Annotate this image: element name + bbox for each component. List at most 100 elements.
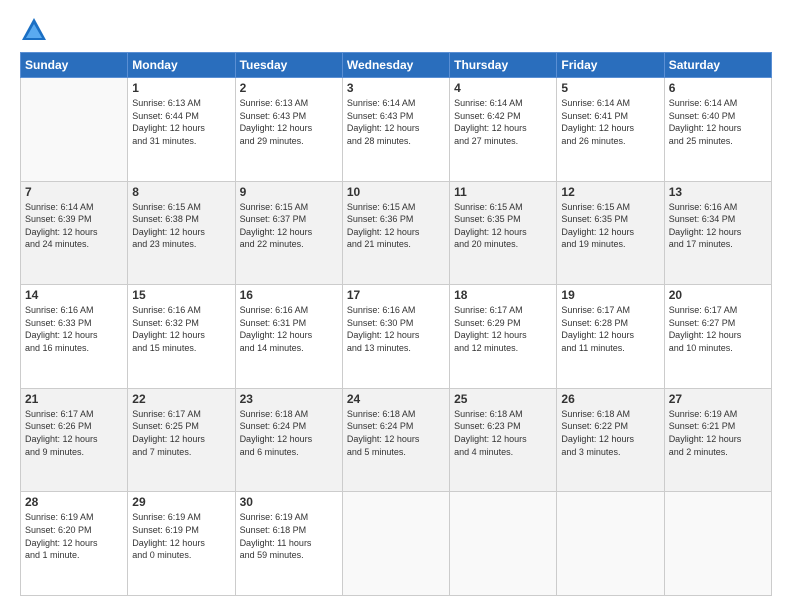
calendar-cell: 17 Sunrise: 6:16 AM Sunset: 6:30 PM Dayli… [342,285,449,389]
day-number: 5 [561,81,659,95]
weekday-header-sunday: Sunday [21,53,128,78]
weekday-header-friday: Friday [557,53,664,78]
day-number: 12 [561,185,659,199]
day-number: 20 [669,288,767,302]
day-number: 8 [132,185,230,199]
day-number: 15 [132,288,230,302]
calendar-cell: 5 Sunrise: 6:14 AM Sunset: 6:41 PM Daylig… [557,78,664,182]
calendar-cell: 23 Sunrise: 6:18 AM Sunset: 6:24 PM Dayli… [235,388,342,492]
day-info: Sunrise: 6:14 AM Sunset: 6:40 PM Dayligh… [669,97,767,147]
day-info: Sunrise: 6:19 AM Sunset: 6:18 PM Dayligh… [240,511,338,561]
calendar-cell: 30 Sunrise: 6:19 AM Sunset: 6:18 PM Dayli… [235,492,342,596]
weekday-header-tuesday: Tuesday [235,53,342,78]
calendar-cell: 3 Sunrise: 6:14 AM Sunset: 6:43 PM Daylig… [342,78,449,182]
day-number: 16 [240,288,338,302]
day-number: 13 [669,185,767,199]
week-row-0: 1 Sunrise: 6:13 AM Sunset: 6:44 PM Daylig… [21,78,772,182]
weekday-header-wednesday: Wednesday [342,53,449,78]
day-number: 2 [240,81,338,95]
calendar-cell: 18Sunrise: 6:17 AM Sunset: 6:29 PM Dayli… [450,285,557,389]
day-info: Sunrise: 6:18 AM Sunset: 6:24 PM Dayligh… [347,408,445,458]
calendar-cell: 20 Sunrise: 6:17 AM Sunset: 6:27 PM Dayli… [664,285,771,389]
day-info: Sunrise: 6:16 AM Sunset: 6:31 PM Dayligh… [240,304,338,354]
calendar-cell: 19 Sunrise: 6:17 AM Sunset: 6:28 PM Dayli… [557,285,664,389]
day-number: 21 [25,392,123,406]
day-number: 25 [454,392,552,406]
day-number: 14 [25,288,123,302]
calendar-cell: 10Sunrise: 6:15 AM Sunset: 6:36 PM Dayli… [342,181,449,285]
day-number: 23 [240,392,338,406]
day-info: Sunrise: 6:17 AM Sunset: 6:28 PM Dayligh… [561,304,659,354]
day-info: Sunrise: 6:17 AM Sunset: 6:26 PM Dayligh… [25,408,123,458]
calendar-cell [342,492,449,596]
calendar-cell: 24 Sunrise: 6:18 AM Sunset: 6:24 PM Dayli… [342,388,449,492]
day-number: 18 [454,288,552,302]
calendar-cell [21,78,128,182]
weekday-header-monday: Monday [128,53,235,78]
calendar-cell: 16 Sunrise: 6:16 AM Sunset: 6:31 PM Dayli… [235,285,342,389]
day-number: 6 [669,81,767,95]
day-info: Sunrise: 6:18 AM Sunset: 6:22 PM Dayligh… [561,408,659,458]
day-info: Sunrise: 6:15 AM Sunset: 6:35 PM Dayligh… [454,201,552,251]
day-info: Sunrise: 6:16 AM Sunset: 6:33 PM Dayligh… [25,304,123,354]
day-info: Sunrise: 6:15 AM Sunset: 6:37 PM Dayligh… [240,201,338,251]
day-info: Sunrise: 6:17 AM Sunset: 6:27 PM Dayligh… [669,304,767,354]
day-info: Sunrise: 6:13 AM Sunset: 6:43 PM Dayligh… [240,97,338,147]
weekday-header-saturday: Saturday [664,53,771,78]
day-number: 27 [669,392,767,406]
calendar-cell: 29Sunrise: 6:19 AM Sunset: 6:19 PM Dayli… [128,492,235,596]
day-info: Sunrise: 6:19 AM Sunset: 6:21 PM Dayligh… [669,408,767,458]
page: SundayMondayTuesdayWednesdayThursdayFrid… [0,0,792,612]
calendar-cell: 4Sunrise: 6:14 AM Sunset: 6:42 PM Daylig… [450,78,557,182]
day-number: 1 [132,81,230,95]
day-number: 9 [240,185,338,199]
day-info: Sunrise: 6:15 AM Sunset: 6:36 PM Dayligh… [347,201,445,251]
day-number: 28 [25,495,123,509]
day-info: Sunrise: 6:14 AM Sunset: 6:43 PM Dayligh… [347,97,445,147]
calendar-cell: 1 Sunrise: 6:13 AM Sunset: 6:44 PM Daylig… [128,78,235,182]
weekday-header-row: SundayMondayTuesdayWednesdayThursdayFrid… [21,53,772,78]
calendar-cell: 12Sunrise: 6:15 AM Sunset: 6:35 PM Dayli… [557,181,664,285]
day-number: 24 [347,392,445,406]
calendar-cell: 28 Sunrise: 6:19 AM Sunset: 6:20 PM Dayli… [21,492,128,596]
calendar-cell: 22Sunrise: 6:17 AM Sunset: 6:25 PM Dayli… [128,388,235,492]
calendar-cell: 15 Sunrise: 6:16 AM Sunset: 6:32 PM Dayli… [128,285,235,389]
calendar-cell: 14 Sunrise: 6:16 AM Sunset: 6:33 PM Dayli… [21,285,128,389]
calendar-cell: 2 Sunrise: 6:13 AM Sunset: 6:43 PM Daylig… [235,78,342,182]
day-number: 26 [561,392,659,406]
calendar-cell: 6 Sunrise: 6:14 AM Sunset: 6:40 PM Daylig… [664,78,771,182]
calendar-cell [664,492,771,596]
day-info: Sunrise: 6:16 AM Sunset: 6:30 PM Dayligh… [347,304,445,354]
calendar-cell: 26 Sunrise: 6:18 AM Sunset: 6:22 PM Dayli… [557,388,664,492]
week-row-1: 7 Sunrise: 6:14 AM Sunset: 6:39 PM Daylig… [21,181,772,285]
day-info: Sunrise: 6:14 AM Sunset: 6:39 PM Dayligh… [25,201,123,251]
logo [20,16,52,44]
day-info: Sunrise: 6:18 AM Sunset: 6:23 PM Dayligh… [454,408,552,458]
header [20,16,772,44]
weekday-header-thursday: Thursday [450,53,557,78]
day-info: Sunrise: 6:18 AM Sunset: 6:24 PM Dayligh… [240,408,338,458]
calendar-cell: 11 Sunrise: 6:15 AM Sunset: 6:35 PM Dayli… [450,181,557,285]
day-number: 7 [25,185,123,199]
day-number: 19 [561,288,659,302]
day-info: Sunrise: 6:14 AM Sunset: 6:42 PM Dayligh… [454,97,552,147]
day-info: Sunrise: 6:19 AM Sunset: 6:20 PM Dayligh… [25,511,123,561]
day-number: 17 [347,288,445,302]
day-info: Sunrise: 6:14 AM Sunset: 6:41 PM Dayligh… [561,97,659,147]
calendar-cell: 21 Sunrise: 6:17 AM Sunset: 6:26 PM Dayli… [21,388,128,492]
day-number: 11 [454,185,552,199]
calendar-cell: 9 Sunrise: 6:15 AM Sunset: 6:37 PM Daylig… [235,181,342,285]
calendar-cell: 27 Sunrise: 6:19 AM Sunset: 6:21 PM Dayli… [664,388,771,492]
calendar: SundayMondayTuesdayWednesdayThursdayFrid… [20,52,772,596]
calendar-cell: 7 Sunrise: 6:14 AM Sunset: 6:39 PM Daylig… [21,181,128,285]
week-row-4: 28 Sunrise: 6:19 AM Sunset: 6:20 PM Dayli… [21,492,772,596]
calendar-cell [557,492,664,596]
day-number: 3 [347,81,445,95]
day-info: Sunrise: 6:16 AM Sunset: 6:32 PM Dayligh… [132,304,230,354]
week-row-2: 14 Sunrise: 6:16 AM Sunset: 6:33 PM Dayli… [21,285,772,389]
calendar-cell: 25 Sunrise: 6:18 AM Sunset: 6:23 PM Dayli… [450,388,557,492]
day-number: 30 [240,495,338,509]
day-info: Sunrise: 6:15 AM Sunset: 6:38 PM Dayligh… [132,201,230,251]
day-info: Sunrise: 6:13 AM Sunset: 6:44 PM Dayligh… [132,97,230,147]
logo-icon [20,16,48,44]
